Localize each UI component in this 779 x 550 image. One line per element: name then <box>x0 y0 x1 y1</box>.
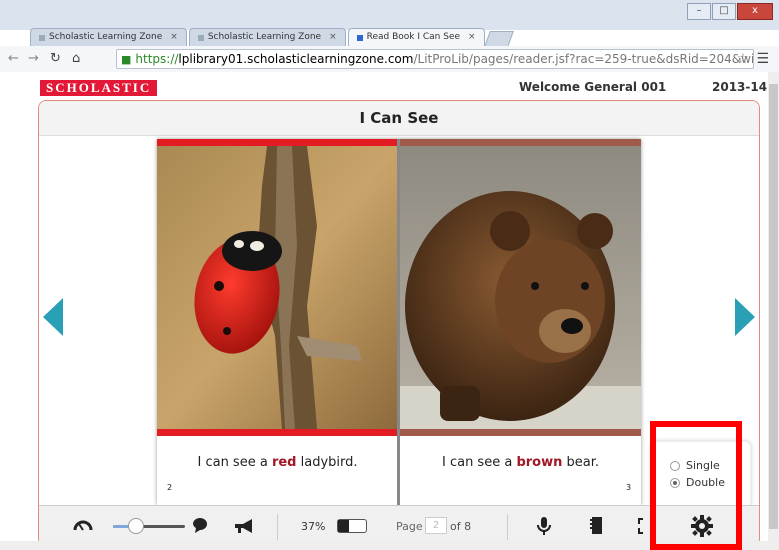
lock-icon: ■ <box>121 53 132 66</box>
microphone-icon[interactable] <box>537 516 551 536</box>
tab-close-icon[interactable]: × <box>170 29 178 46</box>
browser-menu-icon[interactable]: ☰ <box>756 51 769 67</box>
welcome-text: Welcome General 001 <box>519 80 667 94</box>
page-top-bar <box>157 139 398 146</box>
single-view-option[interactable]: Single <box>670 459 720 472</box>
caption-highlight-word: red <box>271 455 297 470</box>
horizontal-scrollbar[interactable] <box>0 541 779 550</box>
bookmark-star-icon[interactable]: ☆ <box>736 51 749 67</box>
ladybird-image <box>157 146 398 429</box>
caption-text-post: bear. <box>562 455 599 470</box>
browser-tab-1[interactable]: Scholastic Learning Zone × <box>30 28 187 46</box>
double-view-option[interactable]: Double <box>670 476 725 489</box>
home-icon[interactable]: ⌂ <box>72 51 80 66</box>
toolbar-divider <box>507 514 508 540</box>
scholastic-logo: SCHOLASTIC <box>40 80 158 96</box>
page-label: Page <box>396 520 423 533</box>
maximize-button[interactable]: □ <box>712 3 736 20</box>
caption-text-post: ladybird. <box>296 455 358 470</box>
toggle-fill <box>338 520 349 532</box>
url-path: /LitProLib/pages/reader.jsf?rac=259-true… <box>413 52 754 66</box>
double-label: Double <box>686 476 725 489</box>
new-tab-button[interactable] <box>483 31 514 47</box>
reading-speed-icon[interactable] <box>73 517 93 533</box>
tab-label: Scholastic Learning Zone <box>207 32 322 42</box>
vertical-scrollbar[interactable] <box>768 72 779 542</box>
left-page: I can see a red ladybird. 2 <box>157 139 398 505</box>
url-scheme: https:// <box>135 52 179 66</box>
reading-speed-slider[interactable] <box>113 525 185 528</box>
view-mode-popup: Single Double <box>651 441 751 509</box>
page-number-input[interactable]: 2 <box>425 517 447 534</box>
caption-highlight-word: brown <box>516 455 563 470</box>
book-spread: I can see a red ladybird. 2 I can see a … <box>157 139 641 505</box>
browser-titlebar: – □ x <box>0 0 779 30</box>
megaphone-icon[interactable] <box>233 518 255 534</box>
browser-tab-2[interactable]: Scholastic Learning Zone × <box>188 28 346 46</box>
right-page: I can see a brown bear. 3 <box>400 139 641 505</box>
close-window-button[interactable]: x <box>737 3 773 20</box>
scrollbar-thumb[interactable] <box>769 84 778 529</box>
zoom-toggle[interactable] <box>337 519 367 533</box>
toolbar-divider <box>277 514 278 540</box>
slider-knob[interactable] <box>127 518 144 534</box>
reader-frame: I Can See I can see a red ladybird. 2 I … <box>38 100 760 547</box>
caption-text-pre: I can see a <box>197 455 272 470</box>
school-year: 2013-14 <box>712 80 768 94</box>
bear-image <box>400 146 641 429</box>
page-content: SCHOLASTIC Welcome General 001 2013-14 I… <box>0 72 779 550</box>
page-total: of 8 <box>450 520 472 533</box>
page-favicon-icon <box>197 34 204 41</box>
browser-tab-3-active[interactable]: Read Book I Can See × <box>347 28 485 46</box>
address-bar-row: ← → ↻ ⌂ ■ https://lplibrary01.scholasticl… <box>0 46 779 73</box>
scholastic-favicon-icon <box>356 34 363 41</box>
single-radio[interactable] <box>670 460 680 471</box>
tab-close-icon[interactable]: × <box>468 29 476 46</box>
window-controls: – □ x <box>686 3 773 20</box>
left-page-caption: I can see a red ladybird. <box>157 455 398 470</box>
logo-text: SCHOLASTIC <box>46 80 152 95</box>
left-page-number: 2 <box>167 483 173 492</box>
fullscreen-icon[interactable] <box>636 517 652 535</box>
right-page-caption: I can see a brown bear. <box>400 455 641 470</box>
browser-tabs: Scholastic Learning Zone × Scholastic Le… <box>30 28 514 47</box>
page-bottom-bar <box>400 429 641 436</box>
page-top-bar <box>400 139 641 146</box>
tab-label: Scholastic Learning Zone <box>49 32 163 42</box>
previous-page-arrow-icon[interactable] <box>43 298 63 336</box>
tab-close-icon[interactable]: × <box>329 29 337 46</box>
forward-arrow-icon[interactable]: → <box>28 51 39 66</box>
caption-text-pre: I can see a <box>441 455 517 470</box>
tab-label: Read Book I Can See <box>366 32 461 42</box>
back-arrow-icon[interactable]: ← <box>8 51 19 66</box>
right-page-number: 3 <box>626 483 632 492</box>
page-favicon-icon <box>39 34 45 41</box>
settings-gear-icon[interactable] <box>691 515 713 537</box>
single-label: Single <box>686 459 720 472</box>
ladybird-photo <box>157 146 398 429</box>
double-radio[interactable] <box>670 477 680 488</box>
next-page-arrow-icon[interactable] <box>735 298 755 336</box>
reload-icon[interactable]: ↻ <box>50 51 61 66</box>
url-input[interactable]: ■ https://lplibrary01.scholasticlearningz… <box>116 49 754 69</box>
speech-bubble-icon[interactable] <box>191 516 209 534</box>
book-title: I Can See <box>39 101 759 136</box>
page-bottom-bar <box>157 429 398 436</box>
url-host: lplibrary01.scholasticlearningzone.com <box>178 52 414 66</box>
book-icon[interactable] <box>589 516 603 536</box>
minimize-button[interactable]: – <box>687 3 711 20</box>
zoom-level: 37% <box>301 520 326 533</box>
brown-bear-photo <box>400 146 641 429</box>
